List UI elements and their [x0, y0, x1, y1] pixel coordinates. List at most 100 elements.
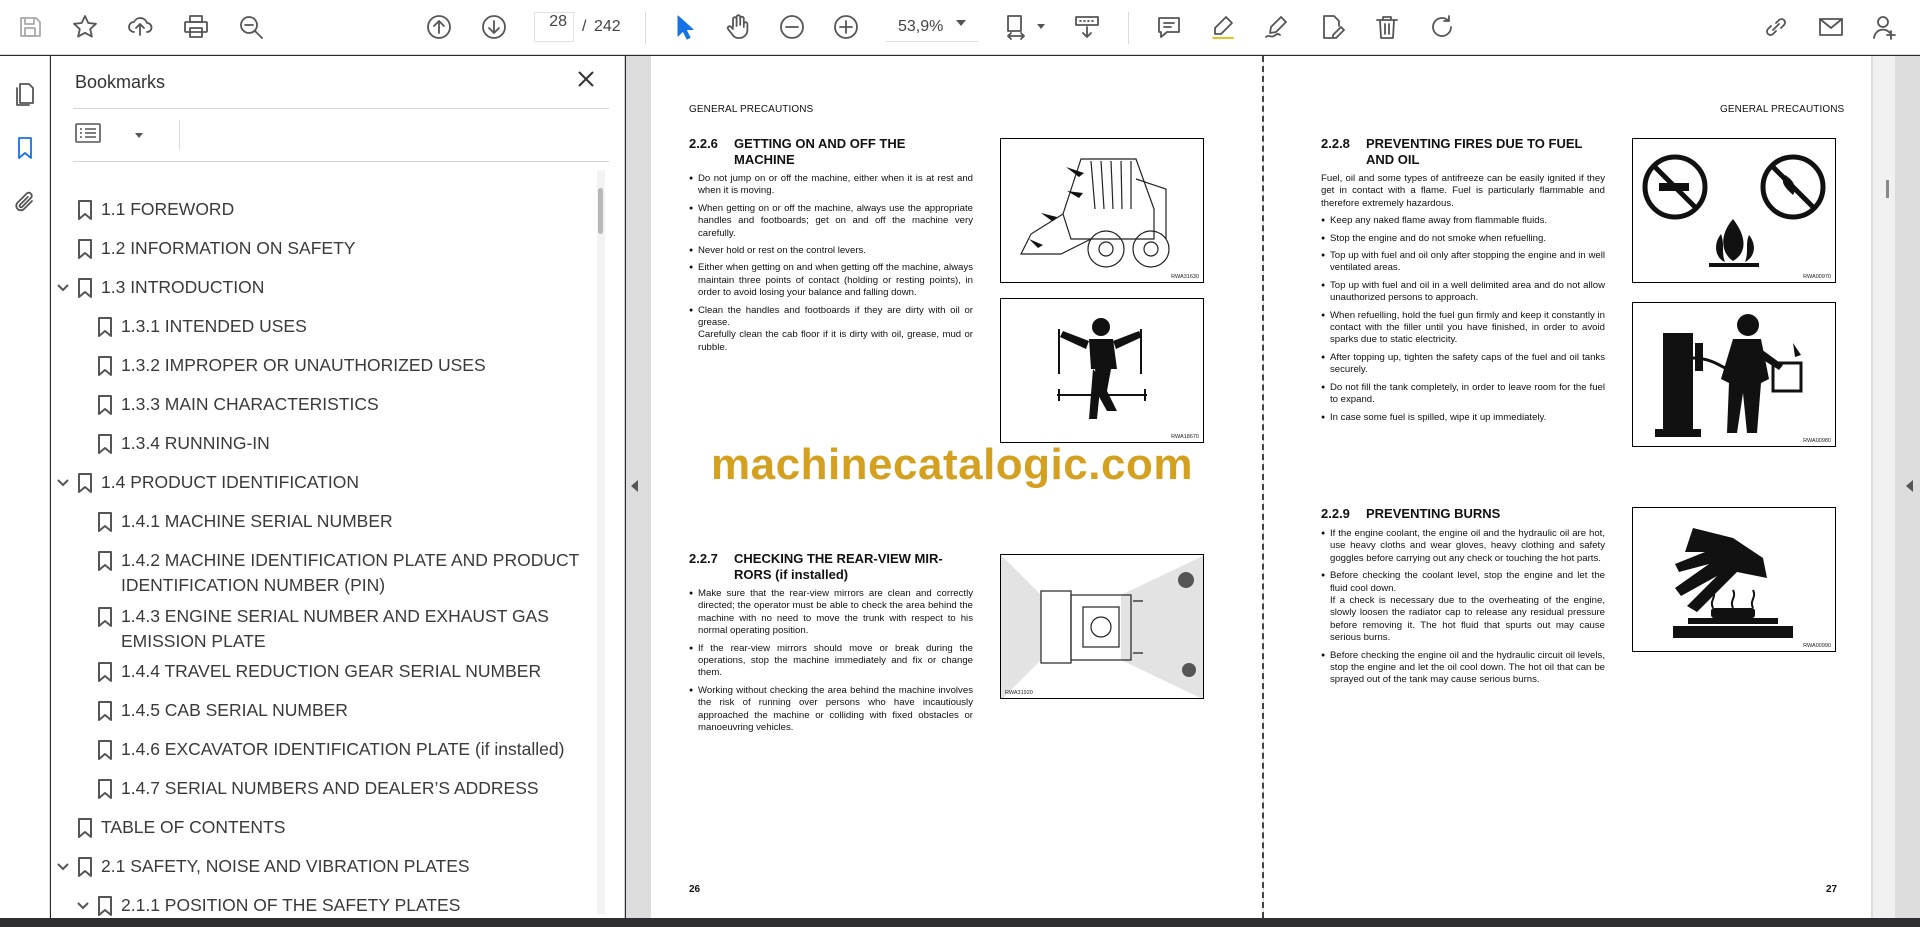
bookmark-item[interactable]: 1.4.3 ENGINE SERIAL NUMBER AND EXHAUST G… — [51, 603, 601, 655]
scrolling-mode-icon[interactable] — [1070, 10, 1104, 44]
chevron-down-icon[interactable] — [55, 475, 71, 491]
bookmarks-scrollbar[interactable] — [597, 170, 605, 914]
list-item: Stop the engine and do not smoke when re… — [1321, 233, 1605, 246]
zoom-in-icon[interactable] — [829, 10, 863, 44]
divider — [179, 120, 180, 150]
page-thumbnails-icon[interactable] — [9, 78, 41, 110]
bookmark-item[interactable]: 1.4.4 TRAVEL REDUCTION GEAR SERIAL NUMBE… — [51, 658, 601, 688]
pdf-reader-window: 28 / 242 53,9% Bookmarks 1.1 FOREWORD 1.… — [0, 0, 1920, 927]
divider — [73, 161, 609, 162]
bookmark-item[interactable]: 1.3.4 RUNNING-IN — [51, 430, 601, 460]
bookmark-label: 1.4.6 EXCAVATOR IDENTIFICATION PLATE (if… — [121, 739, 565, 759]
close-icon[interactable] — [575, 68, 601, 94]
chevron-down-icon[interactable] — [75, 898, 91, 914]
section-number: 2.2.7 — [689, 551, 718, 566]
attachments-paperclip-icon[interactable] — [9, 186, 41, 218]
section-title: CHECKING THE REAR-VIEW MIR- — [734, 551, 943, 566]
bookmarks-icon[interactable] — [9, 132, 41, 164]
list-item: Before checking the coolant level, stop … — [1321, 570, 1605, 595]
zoom-level-select[interactable]: 53,9% — [886, 12, 978, 42]
section-body: Fuel, oil and some types of antifreeze c… — [1321, 173, 1605, 429]
bookmark-icon — [97, 316, 113, 338]
list-item: Make sure that the rear-view mirrors are… — [689, 588, 973, 638]
bookmark-label: 1.1 FOREWORD — [101, 199, 235, 219]
bookmarks-scrollbar-thumb[interactable] — [598, 188, 603, 234]
previous-page-icon[interactable] — [422, 10, 456, 44]
draw-signature-icon[interactable] — [1260, 10, 1294, 44]
bookmark-item[interactable]: 2.1.1 POSITION OF THE SAFETY PLATES — [51, 892, 601, 918]
delete-trash-icon[interactable] — [1370, 10, 1404, 44]
section-body: Make sure that the rear-view mirrors are… — [689, 588, 973, 739]
list-item: Keep any naked flame away from flammable… — [1321, 215, 1605, 228]
bookmark-item[interactable]: 1.4.2 MACHINE IDENTIFICATION PLATE AND P… — [51, 547, 601, 599]
section-title: RORS (if installed) — [734, 567, 849, 582]
bookmark-label: 1.4.3 ENGINE SERIAL NUMBER AND EXHAUST G… — [121, 606, 549, 651]
page-fit-icon[interactable] — [1000, 10, 1034, 44]
bookmark-item[interactable]: 1.4.7 SERIAL NUMBERS AND DEALER’S ADDRES… — [51, 775, 601, 805]
hand-tool-icon[interactable] — [721, 10, 755, 44]
fill-sign-icon[interactable] — [1315, 10, 1349, 44]
bookmark-item[interactable]: 1.4.5 CAB SERIAL NUMBER — [51, 697, 601, 727]
bookmark-item[interactable]: 1.4.1 MACHINE SERIAL NUMBER — [51, 508, 601, 538]
select-cursor-icon[interactable] — [667, 10, 701, 44]
comment-icon[interactable] — [1152, 10, 1186, 44]
bookmark-item[interactable]: 1.4.6 EXCAVATOR IDENTIFICATION PLATE (if… — [51, 736, 601, 766]
bookmark-icon — [97, 700, 113, 722]
highlight-pen-icon[interactable] — [1206, 10, 1240, 44]
figure-no-smoking-no-flame: RWA00970 — [1632, 138, 1836, 283]
list-item: When getting on or off the machine, alwa… — [689, 203, 973, 240]
bookmark-label: 1.3.2 IMPROPER OR UNAUTHORIZED USES — [121, 355, 486, 375]
bookmark-item[interactable]: 1.4 PRODUCT IDENTIFICATION — [51, 469, 601, 499]
bookmark-label: 1.4.1 MACHINE SERIAL NUMBER — [121, 511, 393, 531]
bookmark-item[interactable]: TABLE OF CONTENTS — [51, 814, 601, 844]
bookmark-item[interactable]: 1.2 INFORMATION ON SAFETY — [51, 235, 601, 265]
figure-skid-steer-access: RWA31630 — [1000, 138, 1204, 283]
chevron-down-icon[interactable] — [135, 133, 143, 138]
expand-right-panel-icon[interactable] — [1906, 480, 1913, 492]
bookmark-label: 2.1 SAFETY, NOISE AND VIBRATION PLATES — [101, 856, 470, 876]
add-user-icon[interactable] — [1868, 10, 1902, 44]
bookmark-item[interactable]: 1.1 FOREWORD — [51, 196, 601, 226]
figure-rear-view-mirrors: RWA31920 — [1000, 554, 1204, 699]
email-icon[interactable] — [1814, 10, 1848, 44]
list-item: Top up with fuel and oil only after stop… — [1321, 250, 1605, 275]
share-link-icon[interactable] — [1759, 10, 1793, 44]
bookmark-item[interactable]: 2.1 SAFETY, NOISE AND VIBRATION PLATES — [51, 853, 601, 883]
bookmark-label: 1.3.3 MAIN CHARACTERISTICS — [121, 394, 379, 414]
next-page-icon[interactable] — [477, 10, 511, 44]
save-icon[interactable] — [13, 10, 47, 44]
chevron-down-icon[interactable] — [1037, 24, 1045, 29]
figure-three-points-contact: RWA18670 — [1000, 298, 1204, 443]
rotate-icon[interactable] — [1425, 10, 1459, 44]
find-zoom-icon[interactable] — [234, 10, 268, 44]
list-item: Top up with fuel and oil in a well delim… — [1321, 280, 1605, 305]
toolbar-divider — [645, 12, 646, 44]
share-upload-icon[interactable] — [123, 10, 157, 44]
bookmark-options-icon[interactable] — [75, 122, 121, 148]
list-item: If the rear-view mirrors should move or … — [689, 643, 973, 680]
document-scrollbar-thumb[interactable] — [1886, 180, 1889, 198]
list-item: Never hold or rest on the control levers… — [689, 245, 973, 258]
bookmark-star-icon[interactable] — [68, 10, 102, 44]
bookmark-item[interactable]: 1.3.1 INTENDED USES — [51, 313, 601, 343]
list-item: When refuelling, hold the fuel gun firml… — [1321, 310, 1605, 347]
bookmark-item[interactable]: 1.3 INTRODUCTION — [51, 274, 601, 304]
zoom-out-icon[interactable] — [775, 10, 809, 44]
chevron-down-icon[interactable] — [956, 20, 966, 26]
list-item: In case some fuel is spilled, wipe it up… — [1321, 412, 1605, 425]
figure-code: RWA31630 — [1171, 274, 1199, 280]
bookmark-icon — [77, 238, 93, 260]
bookmark-label: 1.4 PRODUCT IDENTIFICATION — [101, 472, 359, 492]
print-icon[interactable] — [179, 10, 213, 44]
collapse-left-panel-icon[interactable] — [631, 480, 638, 492]
document-scrollbar[interactable] — [1873, 56, 1895, 918]
bookmark-label: 1.4.2 MACHINE IDENTIFICATION PLATE AND P… — [121, 550, 579, 595]
bookmark-icon — [77, 817, 93, 839]
chevron-down-icon[interactable] — [55, 280, 71, 296]
bookmark-item[interactable]: 1.3.3 MAIN CHARACTERISTICS — [51, 391, 601, 421]
chevron-down-icon[interactable] — [55, 859, 71, 875]
bookmark-item[interactable]: 1.3.2 IMPROPER OR UNAUTHORIZED USES — [51, 352, 601, 382]
page-number-input[interactable]: 28 — [534, 12, 574, 42]
section-intro: Fuel, oil and some types of antifreeze c… — [1321, 173, 1605, 209]
page-number: 26 — [689, 884, 701, 895]
